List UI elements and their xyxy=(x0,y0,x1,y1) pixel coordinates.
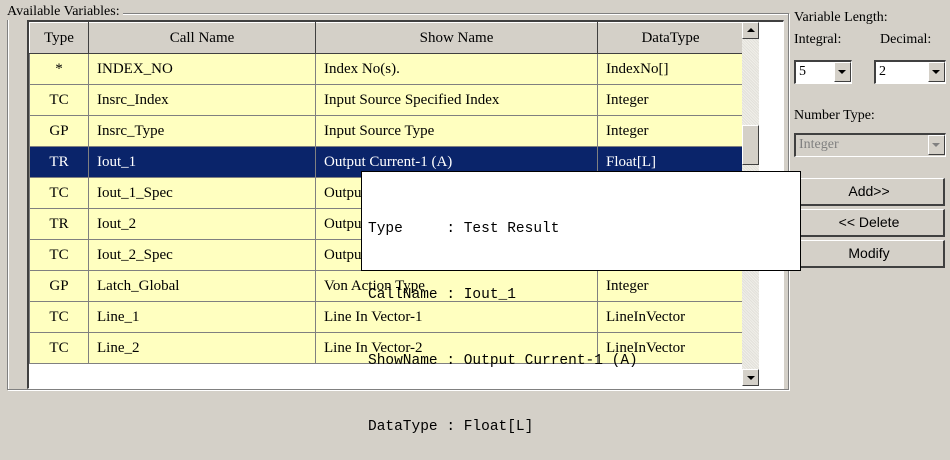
decimal-select[interactable]: 2 xyxy=(874,60,946,84)
cell-type: GP xyxy=(29,115,89,147)
tooltip-line-datatype: DataType : Float[L] xyxy=(368,419,534,435)
cell-call-name: Iout_2 xyxy=(88,208,316,240)
table-header-row: Type Call Name Show Name DataType xyxy=(29,22,744,54)
cell-data-type: Integer xyxy=(597,115,744,147)
decimal-label: Decimal: xyxy=(880,32,932,47)
modify-button[interactable]: Modify xyxy=(794,240,945,268)
cell-call-name: Iout_1_Spec xyxy=(88,177,316,209)
cell-type: GP xyxy=(29,270,89,302)
number-type-dropdown-button[interactable] xyxy=(928,135,945,155)
cell-type: * xyxy=(29,53,89,85)
chevron-down-icon xyxy=(932,143,940,147)
available-variables-label: Available Variables: xyxy=(7,4,123,20)
cell-type: TC xyxy=(29,332,89,364)
cell-type: TC xyxy=(29,177,89,209)
integral-select[interactable]: 5 xyxy=(794,60,852,84)
cell-show-name: Index No(s). xyxy=(315,53,598,85)
tooltip-line-type: Type : Test Result xyxy=(368,221,560,237)
cell-call-name: Latch_Global xyxy=(88,270,316,302)
cell-call-name: Insrc_Type xyxy=(88,115,316,147)
cell-type: TC xyxy=(29,301,89,333)
table-row[interactable]: * INDEX_NO Index No(s). IndexNo[] xyxy=(29,53,744,85)
chevron-down-icon xyxy=(838,70,846,74)
decimal-value: 2 xyxy=(879,64,886,79)
header-data-type[interactable]: DataType xyxy=(597,22,744,54)
integral-value: 5 xyxy=(799,64,806,79)
cell-call-name: Line_2 xyxy=(88,332,316,364)
header-show-name[interactable]: Show Name xyxy=(315,22,598,54)
cell-call-name: Line_1 xyxy=(88,301,316,333)
cell-type: TR xyxy=(29,208,89,240)
cell-call-name: Insrc_Index xyxy=(88,84,316,116)
cell-type: TR xyxy=(29,146,89,178)
tooltip-line-showname: ShowName : Output Current-1 (A) xyxy=(368,353,638,369)
add-button[interactable]: Add>> xyxy=(794,178,945,206)
variable-length-label: Variable Length: xyxy=(794,10,888,25)
arrow-up-icon xyxy=(747,28,755,32)
number-type-value: Integer xyxy=(799,137,839,152)
cell-call-name: Iout_1 xyxy=(88,146,316,178)
scroll-thumb[interactable] xyxy=(742,125,759,165)
table-row[interactable]: TC Insrc_Index Input Source Specified Inde… xyxy=(29,84,744,116)
cell-data-type: IndexNo[] xyxy=(597,53,744,85)
cell-type: TC xyxy=(29,84,89,116)
tooltip-line-callname: CallName : Iout_1 xyxy=(368,287,516,303)
delete-button[interactable]: << Delete xyxy=(794,209,945,237)
cell-call-name: INDEX_NO xyxy=(88,53,316,85)
decimal-dropdown-button[interactable] xyxy=(928,62,945,82)
chevron-down-icon xyxy=(932,70,940,74)
cell-call-name: Iout_2_Spec xyxy=(88,239,316,271)
number-type-label: Number Type: xyxy=(794,108,875,123)
integral-dropdown-button[interactable] xyxy=(834,62,851,82)
header-call-name[interactable]: Call Name xyxy=(88,22,316,54)
cell-data-type: Integer xyxy=(597,84,744,116)
header-type[interactable]: Type xyxy=(29,22,89,54)
cell-type: TC xyxy=(29,239,89,271)
number-type-select[interactable]: Integer xyxy=(794,133,946,157)
scroll-up-button[interactable] xyxy=(742,22,759,39)
cell-show-name: Input Source Specified Index xyxy=(315,84,598,116)
cell-show-name: Input Source Type xyxy=(315,115,598,147)
integral-label: Integral: xyxy=(794,32,842,47)
variable-tooltip: Type : Test Result CallName : Iout_1 Sho… xyxy=(361,171,801,435)
table-row[interactable]: GP Insrc_Type Input Source Type Integer xyxy=(29,115,744,147)
